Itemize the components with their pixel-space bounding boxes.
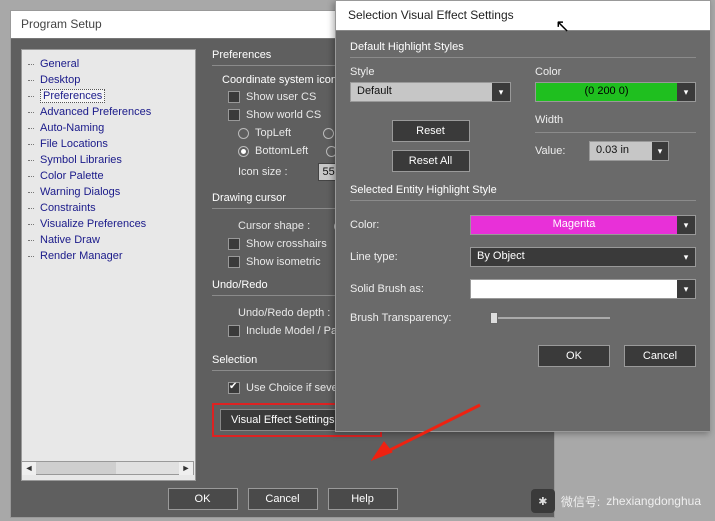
dialog-ok-button[interactable]: OK: [538, 345, 610, 367]
show-crosshairs-label: Show crosshairs: [246, 238, 327, 250]
category-tree[interactable]: General Desktop Preferences Advanced Pre…: [21, 49, 196, 481]
tree-item-file-locations[interactable]: File Locations: [26, 136, 191, 152]
topright-radio[interactable]: [323, 128, 334, 139]
reset-all-button[interactable]: Reset All: [392, 150, 470, 172]
sel-color-value: Magenta: [471, 216, 677, 234]
scroll-left-button[interactable]: ◄: [22, 462, 36, 475]
icon-size-label: Icon size :: [238, 166, 288, 178]
tree-item-native-draw[interactable]: Native Draw: [26, 232, 191, 248]
watermark: ✱ 微信号: zhexiangdonghua: [531, 489, 701, 513]
dialog-title: Selection Visual Effect Settings: [336, 1, 710, 31]
width-value: 0.03 in: [590, 142, 652, 160]
bottomleft-radio[interactable]: [238, 146, 249, 157]
value-label: Value:: [535, 145, 579, 157]
brush-transparency-label: Brush Transparency:: [350, 312, 480, 324]
highlight-color-select[interactable]: (0 200 0) ▾: [535, 82, 696, 102]
use-choice-label: Use Choice if sever: [246, 382, 341, 394]
tree-item-warning-dialogs[interactable]: Warning Dialogs: [26, 184, 191, 200]
linetype-select[interactable]: By Object ▾: [470, 247, 696, 267]
chevron-down-icon: ▾: [652, 142, 668, 160]
dialog-button-bar: OK Cancel: [336, 331, 710, 381]
dialog-cancel-button[interactable]: Cancel: [624, 345, 696, 367]
scroll-thumb[interactable]: [36, 462, 116, 474]
show-user-cs-checkbox[interactable]: [228, 91, 240, 103]
width-value-field[interactable]: 0.03 in ▾: [589, 141, 669, 161]
style-select[interactable]: Default ▾: [350, 82, 511, 102]
setup-button-bar: OK Cancel Help: [11, 481, 554, 517]
tree-item-visualize-preferences[interactable]: Visualize Preferences: [26, 216, 191, 232]
cursor-shape-label: Cursor shape :: [238, 220, 310, 232]
tree-item-auto-naming[interactable]: Auto-Naming: [26, 120, 191, 136]
tree-item-general[interactable]: General: [26, 56, 191, 72]
watermark-id: zhexiangdonghua: [606, 494, 701, 508]
tree-item-desktop[interactable]: Desktop: [26, 72, 191, 88]
show-world-cs-label: Show world CS: [246, 109, 321, 121]
topleft-label: TopLeft: [255, 127, 291, 139]
topleft-radio[interactable]: [238, 128, 249, 139]
tree-item-preferences[interactable]: Preferences: [26, 88, 191, 104]
style-label: Style: [350, 66, 511, 82]
show-user-cs-label: Show user CS: [246, 91, 316, 103]
solid-brush-label: Solid Brush as:: [350, 283, 460, 295]
show-world-cs-checkbox[interactable]: [228, 109, 240, 121]
tree-item-render-manager[interactable]: Render Manager: [26, 248, 191, 264]
setup-help-button[interactable]: Help: [328, 488, 398, 510]
setup-ok-button[interactable]: OK: [168, 488, 238, 510]
sel-color-select[interactable]: Magenta ▾: [470, 215, 696, 235]
reset-button[interactable]: Reset: [392, 120, 470, 142]
tree-horizontal-scrollbar[interactable]: ◄ ►: [21, 461, 194, 475]
brush-transparency-slider[interactable]: [490, 311, 610, 325]
wechat-icon: ✱: [531, 489, 555, 513]
color-label: Color: [535, 66, 696, 82]
linetype-label: Line type:: [350, 251, 460, 263]
undo-depth-label: Undo/Redo depth :: [238, 307, 330, 319]
use-choice-checkbox[interactable]: [228, 382, 240, 394]
setup-cancel-button[interactable]: Cancel: [248, 488, 318, 510]
chevron-down-icon: ▾: [677, 83, 695, 101]
chevron-down-icon: ▾: [492, 83, 510, 101]
chevron-down-icon: ▾: [677, 216, 695, 234]
highlight-color-value: (0 200 0): [536, 83, 677, 101]
watermark-label: 微信号:: [561, 493, 600, 510]
include-model-checkbox[interactable]: [228, 325, 240, 337]
solid-brush-select[interactable]: ▾: [470, 279, 696, 299]
include-model-label: Include Model / Pape: [246, 325, 349, 337]
style-value: Default: [351, 83, 492, 101]
linetype-value: By Object: [471, 248, 677, 266]
tree-item-symbol-libraries[interactable]: Symbol Libraries: [26, 152, 191, 168]
width-label: Width: [535, 114, 696, 130]
slider-thumb[interactable]: [490, 312, 498, 324]
tree-item-advanced-preferences[interactable]: Advanced Preferences: [26, 104, 191, 120]
sel-color-label: Color:: [350, 219, 460, 231]
show-isometric-checkbox[interactable]: [228, 256, 240, 268]
show-crosshairs-checkbox[interactable]: [228, 238, 240, 250]
chevron-down-icon: ▾: [677, 280, 695, 298]
solid-brush-value: [471, 280, 677, 298]
show-isometric-label: Show isometric: [246, 256, 321, 268]
visual-effect-settings-dialog: Selection Visual Effect Settings Default…: [335, 0, 711, 432]
chevron-down-icon: ▾: [677, 248, 695, 266]
selected-entity-group: Selected Entity Highlight Style: [350, 184, 696, 198]
scroll-right-button[interactable]: ►: [179, 462, 193, 475]
bottomleft-label: BottomLeft: [255, 145, 308, 157]
tree-item-color-palette[interactable]: Color Palette: [26, 168, 191, 184]
tree-item-constraints[interactable]: Constraints: [26, 200, 191, 216]
default-highlight-group: Default Highlight Styles: [350, 41, 696, 55]
